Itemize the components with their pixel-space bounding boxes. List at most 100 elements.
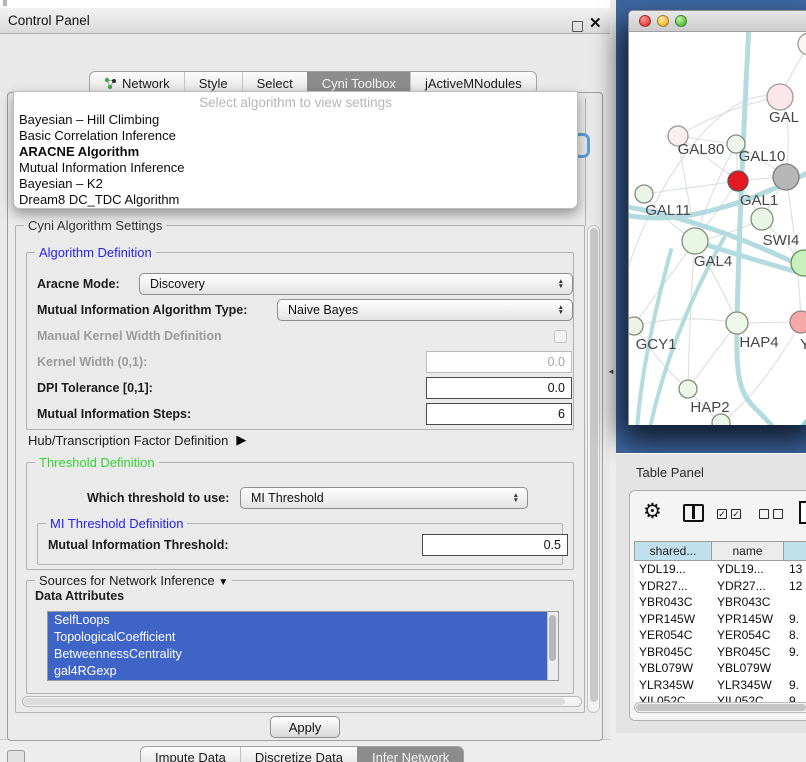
table-cell[interactable]: YER054C [634, 627, 712, 644]
network-window[interactable]: GALGAL80GAL10GAL11GAL1SWI4GAL4GCY1HAP4YH… [628, 10, 806, 425]
settings-horizontal-scrollbar[interactable] [22, 696, 582, 707]
table-cell[interactable]: YBL079W [712, 660, 784, 677]
network-window-titlebar[interactable] [629, 11, 806, 32]
column-header-shared[interactable]: shared... [634, 541, 712, 561]
column-header-partial[interactable] [784, 541, 806, 561]
table-row[interactable]: YPR145WYPR145W9. [634, 611, 806, 628]
collapse-arrow-icon[interactable]: ▼ [218, 577, 228, 588]
expand-arrow-icon[interactable]: ▶ [236, 432, 246, 448]
network-node[interactable] [726, 312, 748, 334]
algorithm-dropdown[interactable]: Select algorithm to view settings Bayesi… [13, 91, 578, 209]
attribute-item[interactable]: TopologicalCoefficient [48, 629, 558, 646]
network-node[interactable] [728, 171, 748, 191]
algorithm-option[interactable]: Dream8 DC_TDC Algorithm [14, 192, 577, 208]
table-row[interactable]: YER054CYER054C8. [634, 627, 806, 644]
table-cell[interactable]: YLR345W [634, 677, 712, 694]
gear-icon[interactable]: ⚙ [643, 499, 662, 524]
attribute-item[interactable]: SelfLoops [48, 612, 558, 629]
network-node[interactable] [751, 208, 773, 230]
table-cell[interactable]: YDR27... [712, 578, 784, 595]
table-cell[interactable]: 9. [784, 611, 806, 628]
attribute-item[interactable]: BetweennessCentrality [48, 646, 558, 663]
table-cell[interactable]: 8. [784, 627, 806, 644]
select-all-checks-icon[interactable]: ✓✓ [717, 509, 741, 519]
table-row[interactable]: YBR043CYBR043C [634, 594, 806, 611]
table-row[interactable]: YDR27...YDR27...12 [634, 578, 806, 595]
dpi-tolerance-field[interactable]: 0.0 [426, 377, 572, 399]
table-cell[interactable]: 9. [784, 677, 806, 694]
table-cell[interactable]: YIL052C [634, 693, 712, 702]
settings-vertical-scrollbar[interactable] [587, 225, 600, 713]
table-row[interactable]: YIL052CYIL052C9 [634, 693, 806, 702]
attribute-item[interactable]: gal4RGexp [48, 663, 558, 680]
table-cell[interactable]: YDL19... [712, 561, 784, 578]
network-node[interactable] [682, 228, 708, 254]
manual-kernel-checkbox[interactable] [554, 330, 567, 343]
network-node[interactable] [629, 317, 643, 335]
file-icon[interactable] [799, 501, 806, 524]
mi-type-select[interactable]: Naive Bayes ▲▼ [277, 299, 573, 321]
table-cell[interactable] [784, 660, 806, 677]
tab-impute-data[interactable]: Impute Data [141, 747, 240, 762]
tab-discretize-data[interactable]: Discretize Data [240, 747, 357, 762]
sources-group-title[interactable]: Sources for Network Inference ▼ [35, 573, 232, 588]
settings-vscroll-thumb[interactable] [590, 228, 598, 702]
split-columns-icon[interactable] [683, 504, 704, 522]
table-cell[interactable]: YBL079W [634, 660, 712, 677]
table-cell[interactable]: YBR043C [712, 594, 784, 611]
algorithm-option[interactable]: Basic Correlation Inference [14, 128, 577, 144]
table-cell[interactable]: YBR043C [634, 594, 712, 611]
table-cell[interactable]: YDL19... [634, 561, 712, 578]
table-horizontal-scrollbar[interactable] [634, 702, 806, 713]
algorithm-option[interactable]: Bayesian – K2 [14, 176, 577, 192]
mi-steps-field[interactable]: 6 [426, 403, 572, 425]
table-cell[interactable]: YLR345W [712, 677, 784, 694]
tab-infer-network[interactable]: Infer Network [357, 747, 463, 762]
apply-button[interactable]: Apply [270, 716, 340, 738]
drag-handle-icon[interactable]: ◄ [607, 367, 615, 376]
network-node[interactable] [790, 311, 806, 333]
minimize-traffic-light-icon[interactable] [657, 15, 669, 27]
close-traffic-light-icon[interactable] [639, 15, 651, 27]
table-cell[interactable]: 13 [784, 561, 806, 578]
network-node[interactable] [679, 380, 697, 398]
column-header-name[interactable]: name [712, 541, 784, 561]
table-cell[interactable]: YPR145W [712, 611, 784, 628]
network-node[interactable] [767, 84, 793, 110]
table-cell[interactable]: YER054C [712, 627, 784, 644]
table-cell[interactable]: YPR145W [634, 611, 712, 628]
data-attributes-list[interactable]: SelfLoopsTopologicalCoefficientBetweenne… [47, 611, 559, 681]
which-threshold-select[interactable]: MI Threshold ▲▼ [240, 487, 528, 509]
table-cell[interactable]: YDR27... [634, 578, 712, 595]
float-icon[interactable] [572, 21, 583, 32]
network-node[interactable] [773, 164, 799, 190]
table-row[interactable]: YBR045CYBR045C9. [634, 644, 806, 661]
network-node[interactable] [635, 185, 653, 203]
algorithm-option[interactable]: ARACNE Algorithm [14, 144, 577, 160]
deselect-all-checks-icon[interactable] [759, 509, 783, 519]
table-row[interactable]: YBL079WYBL079W [634, 660, 806, 677]
table-row[interactable]: YLR345WYLR345W9. [634, 677, 806, 694]
network-canvas[interactable]: GALGAL80GAL10GAL11GAL1SWI4GAL4GCY1HAP4YH… [629, 32, 806, 425]
mi-threshold-field[interactable]: 0.5 [422, 534, 568, 556]
table-cell[interactable]: YBR045C [712, 644, 784, 661]
settings-hscroll-thumb[interactable] [24, 698, 565, 705]
table-cell[interactable]: 9. [784, 644, 806, 661]
table-cell[interactable]: YIL052C [712, 693, 784, 702]
algorithm-option[interactable]: Bayesian – Hill Climbing [14, 112, 577, 128]
algorithm-option[interactable]: Mutual Information Inference [14, 160, 577, 176]
zoom-traffic-light-icon[interactable] [675, 15, 687, 27]
table-cell[interactable] [784, 594, 806, 611]
hub-definition-toggle[interactable]: Hub/Transcription Factor Definition ▶ [28, 432, 246, 448]
list-scrollbar-thumb[interactable] [549, 615, 556, 661]
table-hscroll-thumb[interactable] [636, 704, 806, 711]
aracne-mode-select[interactable]: Discovery ▲▼ [139, 273, 573, 295]
table-cell[interactable]: YBR045C [634, 644, 712, 661]
table-cell[interactable]: 9 [784, 693, 806, 702]
table-row[interactable]: YDL19...YDL19...13 [634, 561, 806, 578]
list-scrollbar[interactable] [547, 612, 558, 680]
network-node[interactable] [798, 33, 806, 55]
table-cell[interactable]: 12 [784, 578, 806, 595]
close-icon[interactable]: ✕ [589, 16, 602, 32]
kernel-width-field[interactable]: 0.0 [426, 351, 572, 373]
